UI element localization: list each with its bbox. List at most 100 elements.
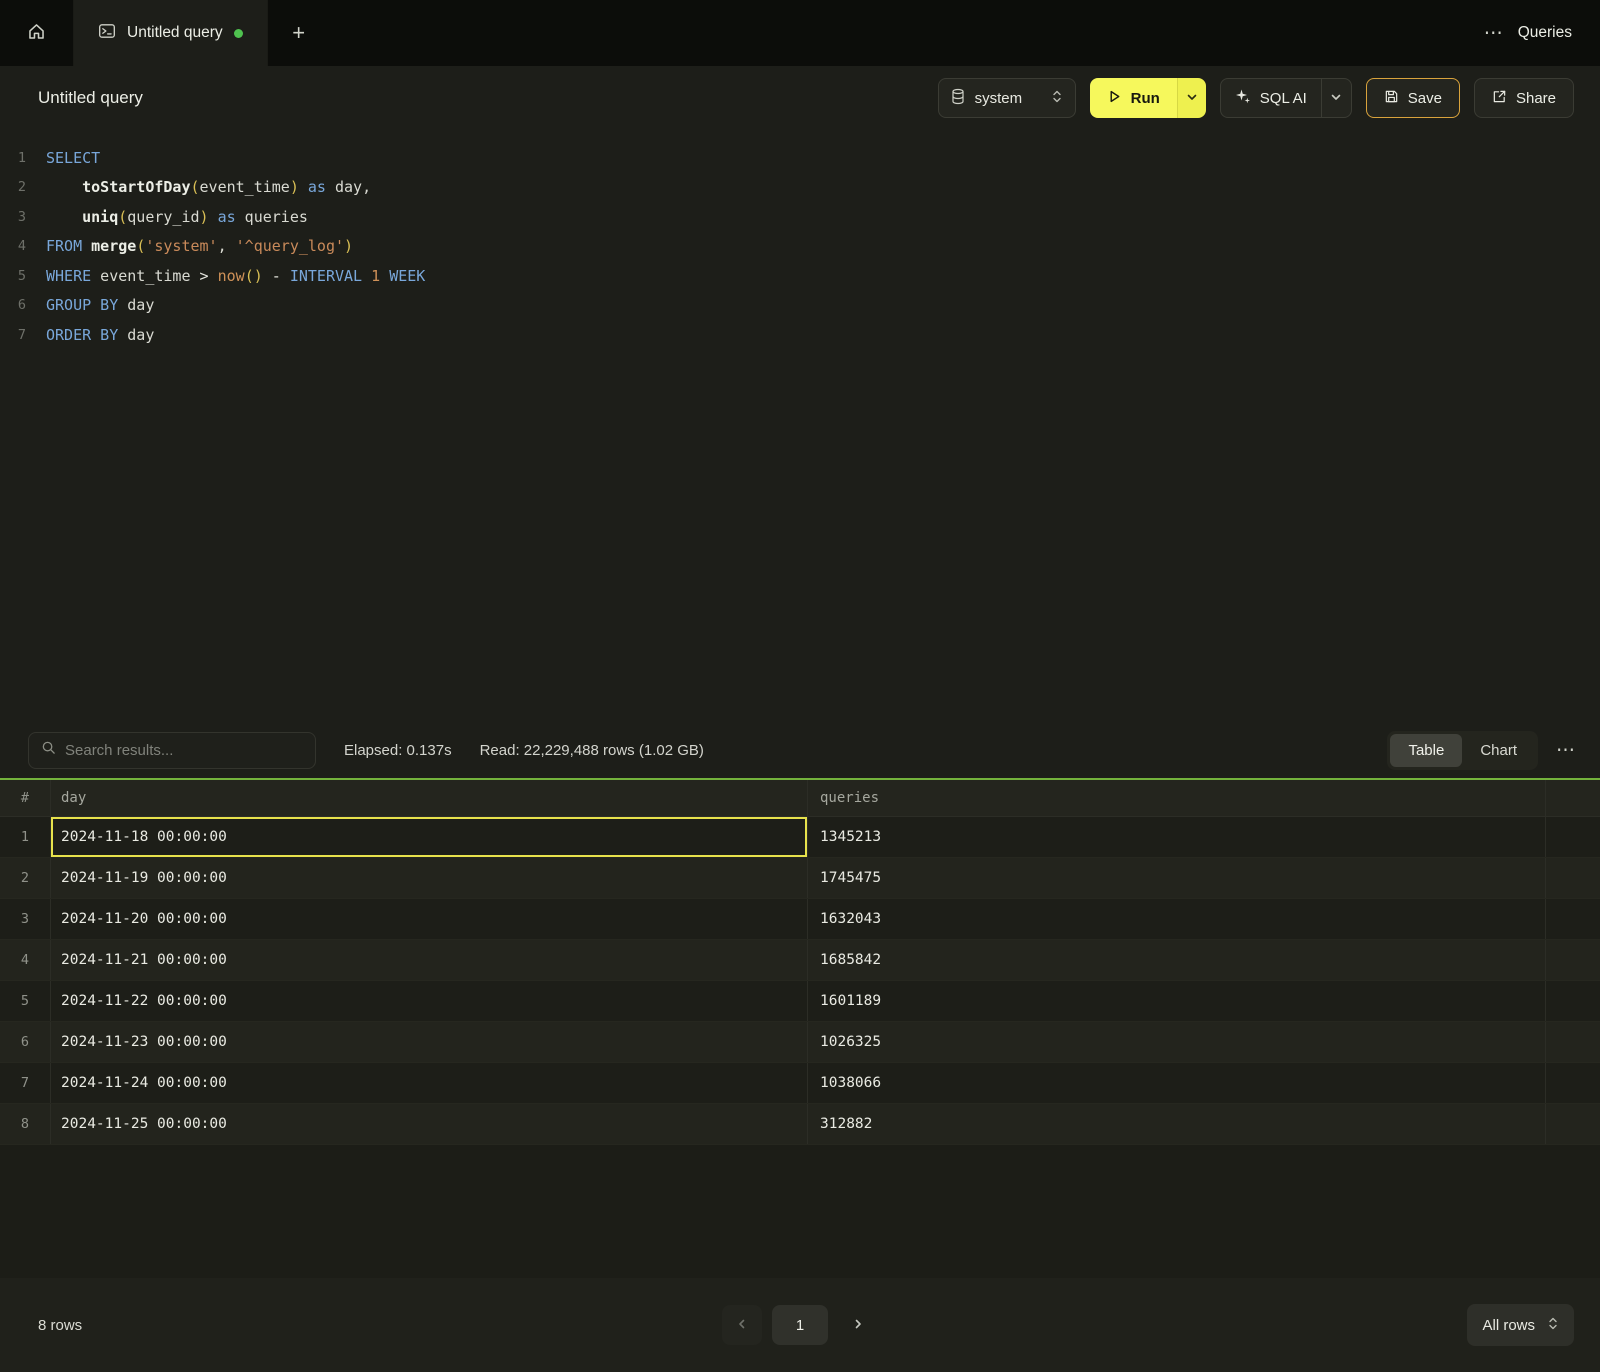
more-menu-button[interactable]: ⋯: [1484, 22, 1504, 45]
row-filler-cell: [1545, 1104, 1600, 1144]
row-filler-cell: [1545, 1022, 1600, 1062]
query-toolbar: Untitled query system Run: [0, 66, 1600, 130]
code-text: toStartOfDay(event_time) as day,: [46, 178, 371, 196]
chevron-left-icon: [736, 1317, 748, 1334]
column-header-queries[interactable]: queries: [807, 780, 1545, 816]
pagination: 1: [722, 1305, 878, 1345]
line-number: 1: [0, 150, 46, 166]
home-icon: [27, 22, 46, 44]
app-window: Untitled query + ⋯ Queries Untitled quer…: [0, 0, 1600, 1372]
table-body: 12024-11-18 00:00:00134521322024-11-19 0…: [0, 817, 1600, 1145]
queries-cell[interactable]: 1685842: [807, 940, 1545, 980]
new-tab-button[interactable]: +: [268, 0, 330, 66]
queries-cell[interactable]: 1745475: [807, 858, 1545, 898]
share-button[interactable]: Share: [1474, 78, 1574, 118]
code-line[interactable]: 3 uniq(query_id) as queries: [0, 202, 1600, 232]
code-text: FROM merge('system', '^query_log'): [46, 237, 353, 255]
day-cell[interactable]: 2024-11-20 00:00:00: [50, 899, 807, 939]
sql-ai-options-button[interactable]: [1321, 79, 1351, 117]
line-number: 2: [0, 179, 46, 195]
search-input[interactable]: [65, 742, 303, 759]
code-line[interactable]: 2 toStartOfDay(event_time) as day,: [0, 173, 1600, 203]
table-row[interactable]: 82024-11-25 00:00:00312882: [0, 1104, 1600, 1145]
table-row[interactable]: 32024-11-20 00:00:001632043: [0, 899, 1600, 940]
code-line[interactable]: 1SELECT: [0, 143, 1600, 173]
chevron-down-icon: [1186, 91, 1198, 106]
run-options-button[interactable]: [1177, 78, 1206, 118]
results-more-button[interactable]: ⋯: [1556, 739, 1576, 762]
code-line[interactable]: 6GROUP BY day: [0, 291, 1600, 321]
results-empty-area: [0, 1145, 1600, 1278]
sql-ai-label: SQL AI: [1260, 90, 1307, 107]
search-icon: [41, 740, 56, 760]
tab-table[interactable]: Table: [1390, 734, 1462, 767]
column-header-day[interactable]: day: [50, 780, 807, 816]
code-line[interactable]: 7ORDER BY day: [0, 320, 1600, 350]
page-size-select[interactable]: All rows: [1467, 1304, 1574, 1346]
code-text: WHERE event_time > now() - INTERVAL 1 WE…: [46, 267, 425, 285]
table-row[interactable]: 52024-11-22 00:00:001601189: [0, 981, 1600, 1022]
row-filler-cell: [1545, 1063, 1600, 1103]
row-index-cell: 1: [0, 817, 50, 857]
tab-chart[interactable]: Chart: [1462, 734, 1535, 767]
run-button-group: Run: [1090, 78, 1206, 118]
row-index-cell: 5: [0, 981, 50, 1021]
line-number: 4: [0, 238, 46, 254]
row-index-cell: 8: [0, 1104, 50, 1144]
row-count: 8 rows: [38, 1317, 82, 1334]
sql-ai-button[interactable]: SQL AI: [1221, 79, 1321, 117]
save-button[interactable]: Save: [1366, 78, 1460, 118]
queries-button[interactable]: Queries: [1518, 24, 1572, 42]
run-button-label: Run: [1131, 90, 1160, 107]
next-page-button[interactable]: [838, 1305, 878, 1345]
database-select[interactable]: system: [938, 78, 1076, 118]
sql-ai-button-group: SQL AI: [1220, 78, 1352, 118]
day-cell[interactable]: 2024-11-21 00:00:00: [50, 940, 807, 980]
day-cell[interactable]: 2024-11-25 00:00:00: [50, 1104, 807, 1144]
table-row[interactable]: 42024-11-21 00:00:001685842: [0, 940, 1600, 981]
table-row[interactable]: 22024-11-19 00:00:001745475: [0, 858, 1600, 899]
day-cell[interactable]: 2024-11-22 00:00:00: [50, 981, 807, 1021]
tab-untitled-query[interactable]: Untitled query: [74, 0, 268, 66]
day-cell[interactable]: 2024-11-23 00:00:00: [50, 1022, 807, 1062]
column-header-index[interactable]: #: [0, 780, 50, 816]
table-row[interactable]: 62024-11-23 00:00:001026325: [0, 1022, 1600, 1063]
column-header-filler: [1545, 780, 1600, 816]
page-size-value: All rows: [1482, 1317, 1535, 1334]
queries-cell[interactable]: 1345213: [807, 817, 1545, 857]
queries-cell[interactable]: 1601189: [807, 981, 1545, 1021]
view-toggle: Table Chart: [1387, 731, 1538, 770]
table-header: # day queries: [0, 780, 1600, 817]
home-button[interactable]: [0, 0, 74, 66]
run-button[interactable]: Run: [1090, 78, 1177, 118]
row-filler-cell: [1545, 817, 1600, 857]
prev-page-button[interactable]: [722, 1305, 762, 1345]
database-select-value: system: [975, 90, 1041, 107]
queries-cell[interactable]: 1026325: [807, 1022, 1545, 1062]
read-stat: Read: 22,229,488 rows (1.02 GB): [480, 742, 704, 759]
queries-cell[interactable]: 1038066: [807, 1063, 1545, 1103]
line-number: 7: [0, 327, 46, 343]
database-icon: [951, 88, 965, 109]
day-cell[interactable]: 2024-11-18 00:00:00: [50, 817, 807, 857]
code-line[interactable]: 4FROM merge('system', '^query_log'): [0, 232, 1600, 262]
queries-cell[interactable]: 312882: [807, 1104, 1545, 1144]
table-row[interactable]: 72024-11-24 00:00:001038066: [0, 1063, 1600, 1104]
code-line[interactable]: 5WHERE event_time > now() - INTERVAL 1 W…: [0, 261, 1600, 291]
page-number-button[interactable]: 1: [772, 1305, 828, 1345]
save-button-label: Save: [1408, 90, 1442, 107]
row-filler-cell: [1545, 940, 1600, 980]
line-number: 6: [0, 297, 46, 313]
table-row[interactable]: 12024-11-18 00:00:001345213: [0, 817, 1600, 858]
updown-chevrons-icon: [1051, 89, 1063, 108]
sql-editor[interactable]: 1SELECT2 toStartOfDay(event_time) as day…: [0, 130, 1600, 722]
day-cell[interactable]: 2024-11-19 00:00:00: [50, 858, 807, 898]
search-box[interactable]: [28, 732, 316, 769]
code-text: GROUP BY day: [46, 296, 154, 314]
results-toolbar: Elapsed: 0.137s Read: 22,229,488 rows (1…: [0, 722, 1600, 778]
row-index-cell: 6: [0, 1022, 50, 1062]
tab-label: Untitled query: [127, 24, 223, 42]
day-cell[interactable]: 2024-11-24 00:00:00: [50, 1063, 807, 1103]
tab-bar: Untitled query + ⋯ Queries: [0, 0, 1600, 66]
queries-cell[interactable]: 1632043: [807, 899, 1545, 939]
